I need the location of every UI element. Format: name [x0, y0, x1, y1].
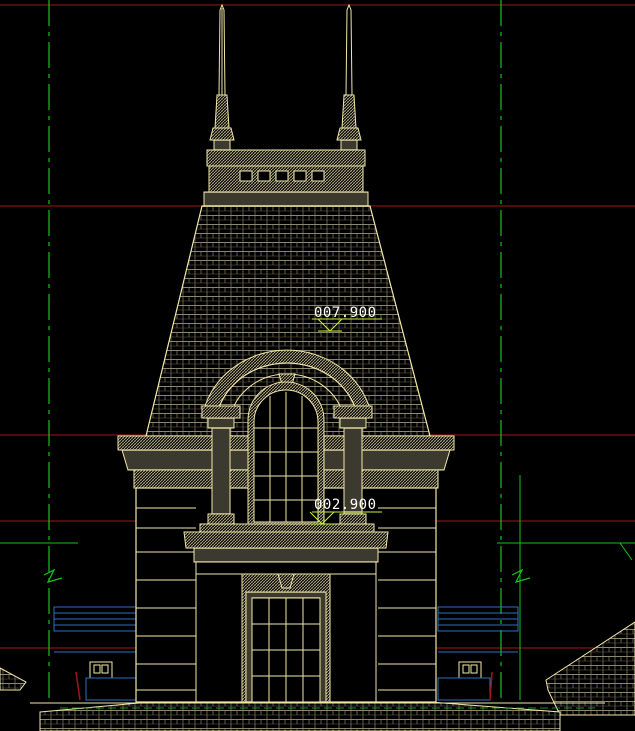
break-mark	[511, 568, 531, 583]
cad-elevation-drawing: 007.900 002.900	[0, 0, 635, 731]
right-side-roof	[545, 621, 635, 716]
elevation-label-upper: 007.900	[314, 305, 377, 321]
elevation-label-lower: 002.900	[314, 497, 377, 513]
grid-green-line	[619, 542, 633, 561]
building-base	[30, 701, 605, 731]
right-spire	[336, 3, 362, 151]
crest-window	[293, 170, 307, 182]
break-mark	[43, 568, 63, 583]
entrance-door	[241, 573, 331, 703]
right-side-wing	[437, 606, 635, 716]
crest-window	[239, 170, 253, 182]
crest-window	[275, 170, 289, 182]
crest-window	[311, 170, 325, 182]
left-side-wing	[0, 606, 137, 701]
left-spire	[209, 3, 235, 151]
roof-crest	[203, 149, 369, 207]
crest-window	[257, 170, 271, 182]
